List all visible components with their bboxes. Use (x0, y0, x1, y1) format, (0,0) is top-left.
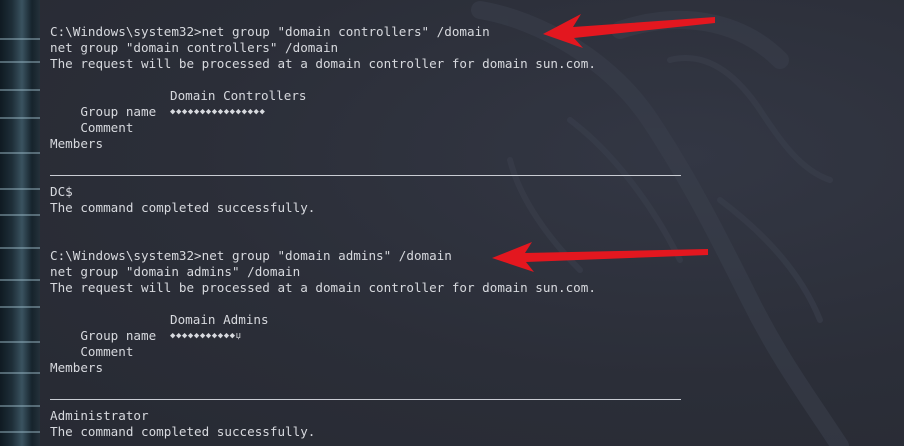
comment-value: ◆◆◆◆◆◆◆◆◆◆◆џ (170, 331, 242, 341)
terminal-window[interactable]: C:\Windows\system32>net group "domain co… (40, 0, 904, 446)
command-completed-line: The command completed successfully. (50, 200, 316, 215)
red-arrow-icon (492, 242, 708, 272)
separator-line (50, 399, 681, 400)
comment-label: Comment (80, 120, 134, 135)
command-echo-line: net group "domain admins" /domain (50, 264, 301, 279)
desktop-background-strip (0, 0, 40, 446)
group-name-row: Group name Domain Admins (50, 312, 750, 343)
comment-row: Comment ◆◆◆◆◆◆◆◆◆◆◆џ (50, 328, 750, 359)
request-info-line: The request will be processed at a domai… (50, 56, 596, 71)
command-prompt-line: C:\Windows\system32>net group "domain ad… (50, 248, 452, 263)
group-name-row: Group name Domain Controllers (50, 88, 750, 119)
group-name-value: Domain Admins (170, 312, 269, 327)
member-entry: DC$ (50, 184, 73, 199)
members-label: Members (50, 136, 104, 151)
request-info-line: The request will be processed at a domai… (50, 280, 596, 295)
command-echo-line: net group "domain controllers" /domain (50, 40, 339, 55)
command-prompt-line: C:\Windows\system32>net group "domain co… (50, 24, 490, 39)
comment-label: Comment (80, 344, 134, 359)
red-arrow-icon (543, 14, 715, 48)
command-completed-line: The command completed successfully. (50, 424, 316, 439)
members-label: Members (50, 360, 104, 375)
member-entry: Administrator (50, 408, 149, 423)
comment-value: ◆◆◆◆◆◆◆◆◆◆◆◆◆◆◆◆ (170, 107, 266, 117)
group-name-value: Domain Controllers (170, 88, 307, 103)
comment-row: Comment ◆◆◆◆◆◆◆◆◆◆◆◆◆◆◆◆ (50, 104, 750, 135)
separator-line (50, 175, 681, 176)
